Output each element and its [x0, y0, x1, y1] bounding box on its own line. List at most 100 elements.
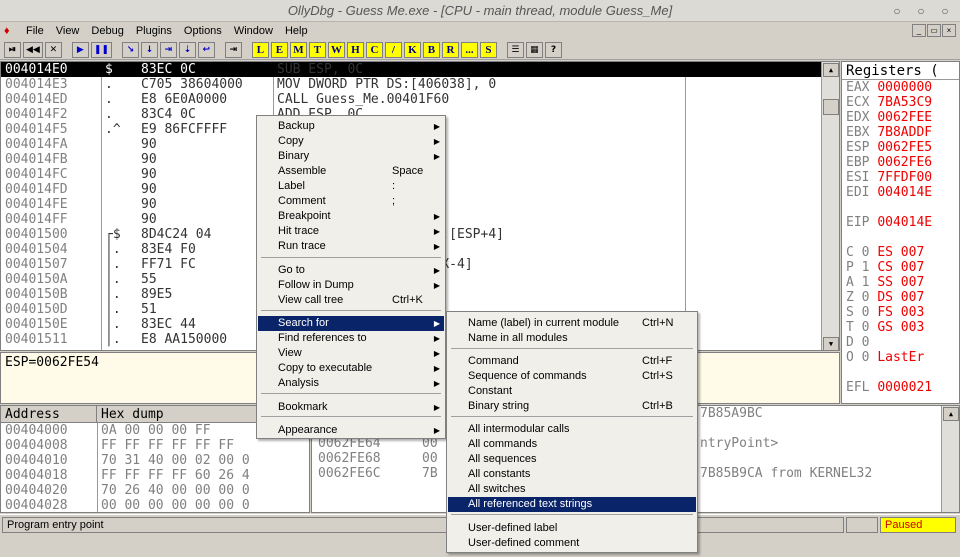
submenu-item-all-referenced-text-strings[interactable]: All referenced text strings: [448, 497, 696, 512]
minimize-button[interactable]: ○: [888, 2, 906, 20]
register-row[interactable]: [842, 200, 959, 215]
menu-options[interactable]: Options: [178, 22, 228, 40]
dump-address-header[interactable]: Address: [1, 406, 97, 423]
register-row[interactable]: ECX 7BA53C9: [842, 95, 959, 110]
rewind-icon[interactable]: ◀◀: [23, 41, 43, 58]
registers-pane[interactable]: Registers ( EAX 0000000 ECX 7BA53C9 EDX 00…: [841, 61, 960, 404]
context-menu-item-assemble[interactable]: Assemble Space: [258, 164, 444, 179]
register-row[interactable]: EBP 0062FE6: [842, 155, 959, 170]
stack-scrollbar[interactable]: ▲: [941, 406, 959, 512]
submenu-item-all-intermodular-calls[interactable]: All intermodular calls: [448, 422, 696, 437]
submenu-item-command[interactable]: Command Ctrl+F: [448, 354, 696, 369]
source-window-button[interactable]: S: [479, 41, 497, 58]
submenu-item-all-switches[interactable]: All switches: [448, 482, 696, 497]
call-stack-window-button[interactable]: K: [403, 41, 421, 58]
register-row[interactable]: EIP 004014E: [842, 215, 959, 230]
context-menu-item-run-trace[interactable]: Run trace ▶: [258, 239, 444, 254]
mdi-minimize-button[interactable]: _: [912, 24, 926, 37]
disasm-row[interactable]: 004014ED. E8 6E0A0000 CALL Guess_Me.00401F…: [1, 92, 821, 107]
context-menu-item-copy[interactable]: Copy ▶: [258, 134, 444, 149]
submenu-item-user-defined-comment[interactable]: User-defined comment: [448, 536, 696, 551]
context-menu-item-comment[interactable]: Comment;: [258, 194, 444, 209]
context-menu-item-view-call-tree[interactable]: View call tree Ctrl+K: [258, 293, 444, 308]
log-window-button[interactable]: L: [251, 41, 269, 58]
register-row[interactable]: EDX 0062FEE: [842, 110, 959, 125]
modules-window-button[interactable]: E: [270, 41, 288, 58]
register-row[interactable]: T 0 GS 003: [842, 320, 959, 335]
context-menu-item-follow-in-dump[interactable]: Follow in Dump ▶: [258, 278, 444, 293]
menu-file[interactable]: File: [20, 22, 50, 40]
appearance-icon[interactable]: ▦: [525, 41, 543, 58]
open-icon[interactable]: ⏯: [4, 41, 21, 58]
context-menu-item-backup[interactable]: Backup ▶: [258, 119, 444, 134]
handles-window-button[interactable]: H: [346, 41, 364, 58]
register-row[interactable]: [842, 365, 959, 380]
maximize-button[interactable]: ○: [912, 2, 930, 20]
memory-window-button[interactable]: M: [289, 41, 307, 58]
scroll-up-icon[interactable]: ▲: [823, 63, 839, 77]
mdi-restore-button[interactable]: ▭: [927, 24, 941, 37]
menu-help[interactable]: Help: [279, 22, 314, 40]
trace-into-icon[interactable]: ⇥: [159, 41, 177, 58]
threads-window-button[interactable]: T: [308, 41, 326, 58]
stack-scroll-up-icon[interactable]: ▲: [943, 407, 959, 421]
go-to-icon[interactable]: ⇥: [224, 41, 242, 58]
register-row[interactable]: P 1 CS 007: [842, 260, 959, 275]
references-window-button[interactable]: R: [441, 41, 459, 58]
register-row[interactable]: EDI 004014E: [842, 185, 959, 200]
context-menu-item-appearance[interactable]: Appearance ▶: [258, 423, 444, 438]
submenu-item-binary-string[interactable]: Binary string Ctrl+B: [448, 399, 696, 414]
help-icon[interactable]: ?: [544, 41, 562, 58]
submenu-item-all-commands[interactable]: All commands: [448, 437, 696, 452]
cpu-window-button[interactable]: C: [365, 41, 383, 58]
submenu-item-constant[interactable]: Constant: [448, 384, 696, 399]
breakpoints-window-button[interactable]: B: [422, 41, 440, 58]
context-menu-item-breakpoint[interactable]: Breakpoint ▶: [258, 209, 444, 224]
submenu-item-name-in-all-modules[interactable]: Name in all modules: [448, 331, 696, 346]
context-menu-item-find-references-to[interactable]: Find references to ▶: [258, 331, 444, 346]
menu-debug[interactable]: Debug: [85, 22, 129, 40]
register-row[interactable]: Z 0 DS 007: [842, 290, 959, 305]
patches-window-button[interactable]: /: [384, 41, 402, 58]
execute-till-return-icon[interactable]: ↩: [197, 41, 215, 58]
register-row[interactable]: C 0 ES 007: [842, 245, 959, 260]
context-menu-item-hit-trace[interactable]: Hit trace ▶: [258, 224, 444, 239]
menu-view[interactable]: View: [50, 22, 86, 40]
menu-window[interactable]: Window: [228, 22, 279, 40]
register-row[interactable]: EBX 7B8ADDF: [842, 125, 959, 140]
register-row[interactable]: D 0: [842, 335, 959, 350]
register-row[interactable]: [842, 230, 959, 245]
submenu-item-sequence-of-commands[interactable]: Sequence of commands Ctrl+S: [448, 369, 696, 384]
context-menu-item-search-for[interactable]: Search for ▶: [258, 316, 444, 331]
run-trace-window-button[interactable]: ...: [460, 41, 478, 58]
register-row[interactable]: A 1 SS 007: [842, 275, 959, 290]
register-row[interactable]: ESI 7FFDF00: [842, 170, 959, 185]
context-menu-item-copy-to-executable[interactable]: Copy to executable ▶: [258, 361, 444, 376]
context-menu-item-go-to[interactable]: Go to ▶: [258, 263, 444, 278]
menu-plugins[interactable]: Plugins: [130, 22, 178, 40]
run-icon[interactable]: ▶: [71, 41, 89, 58]
context-menu-item-label[interactable]: Label:: [258, 179, 444, 194]
trace-over-icon[interactable]: ⇣: [178, 41, 196, 58]
list-icon[interactable]: ☰: [506, 41, 524, 58]
submenu-item-all-constants[interactable]: All constants: [448, 467, 696, 482]
pause-icon[interactable]: ❚❚: [90, 41, 112, 58]
register-row[interactable]: [842, 395, 959, 403]
disasm-row[interactable]: 004014E0 $83EC 0C SUB ESP, 0C: [1, 62, 821, 77]
close-button[interactable]: ○: [936, 2, 954, 20]
register-row[interactable]: EFL 0000021: [842, 380, 959, 395]
register-row[interactable]: ESP 0062FE5: [842, 140, 959, 155]
register-row[interactable]: EAX 0000000: [842, 80, 959, 95]
register-row[interactable]: S 0 FS 003: [842, 305, 959, 320]
submenu-item-user-defined-label[interactable]: User-defined label: [448, 521, 696, 536]
submenu-item-all-sequences[interactable]: All sequences: [448, 452, 696, 467]
step-into-icon[interactable]: ↘: [121, 41, 139, 58]
context-menu-item-binary[interactable]: Binary ▶: [258, 149, 444, 164]
mdi-close-button[interactable]: ×: [942, 24, 956, 37]
context-menu-item-analysis[interactable]: Analysis ▶: [258, 376, 444, 391]
disassembly-scrollbar[interactable]: ▲ ▼: [821, 62, 839, 350]
step-over-icon[interactable]: ↓: [140, 41, 158, 58]
submenu-item-name-label-in-current-module[interactable]: Name (label) in current module Ctrl+N: [448, 316, 696, 331]
context-menu-item-view[interactable]: View ▶: [258, 346, 444, 361]
register-row[interactable]: O 0 LastEr: [842, 350, 959, 365]
